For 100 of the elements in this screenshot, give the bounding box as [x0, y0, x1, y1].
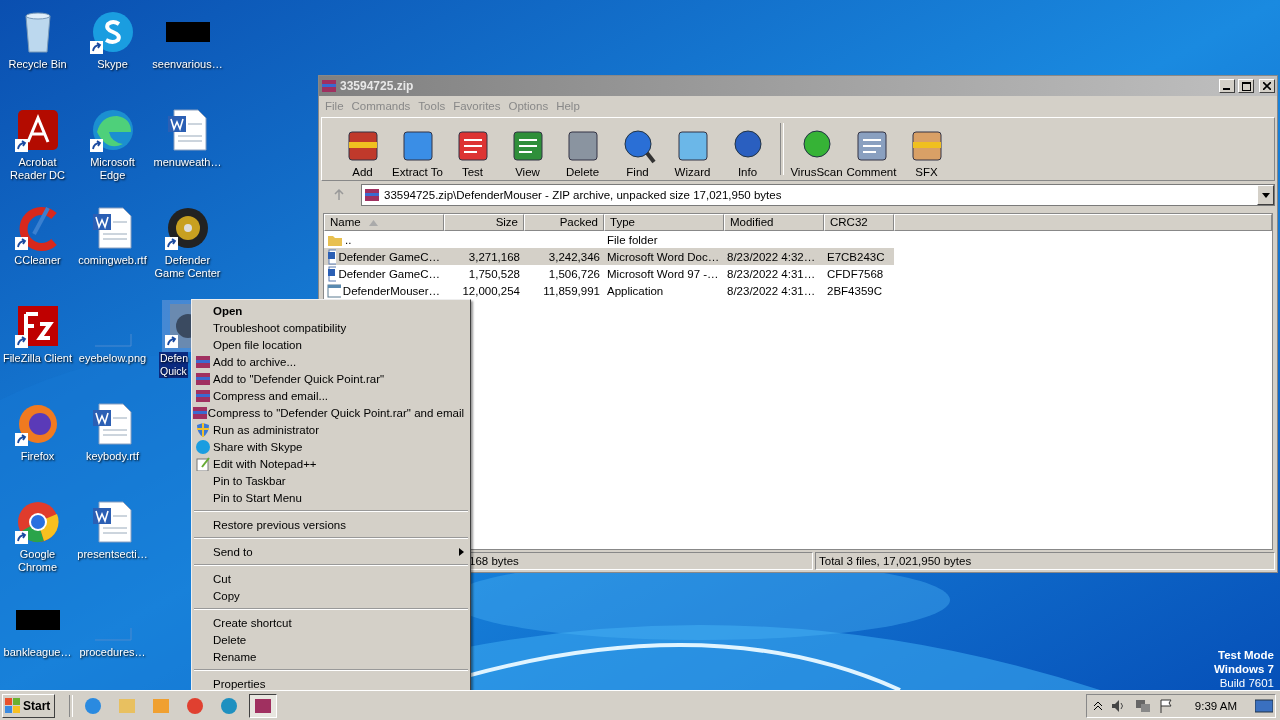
watermark-text: Windows 7 — [1214, 662, 1274, 676]
icon-label[interactable]: Defen Quick — [159, 352, 188, 378]
caret-icon — [1261, 192, 1270, 198]
network-icon[interactable] — [1134, 698, 1151, 713]
menu-item[interactable]: Compress and email... — [192, 387, 470, 404]
table-cell: Microsoft Word Doc… — [607, 250, 720, 263]
column-header[interactable]: Name — [324, 214, 444, 231]
archive-icon — [364, 187, 380, 203]
table-cell: 1,506,726 — [548, 267, 600, 280]
toolbar-button[interactable]: Add — [336, 128, 389, 178]
menu-item[interactable]: Open — [192, 302, 470, 319]
menu-item[interactable]: Run as administrator — [192, 421, 470, 438]
table-cell: 2BF4359C — [827, 284, 882, 297]
menu-item[interactable]: Add to "Defender Quick Point.rar" — [192, 370, 470, 387]
close-button[interactable] — [1259, 79, 1275, 93]
close-icon — [1263, 82, 1271, 90]
menu-item[interactable]: Troubleshoot compatibility — [192, 319, 470, 336]
file-row[interactable]: Defender GameC… 1,750,528 1,506,726 Microsoft Word 97 -… 8/23/2022 4:31… CFDF7568 — [324, 265, 894, 282]
toolbar-button[interactable]: Comment — [845, 128, 898, 178]
toolbar-button[interactable]: Wizard — [666, 128, 719, 178]
table-cell: 8/23/2022 4:31… — [727, 284, 816, 297]
icon-label[interactable]: Microsoft Edge — [75, 156, 150, 182]
taskbar-app[interactable] — [249, 693, 278, 718]
toolbar-button[interactable]: SFX — [900, 128, 953, 178]
icon-label[interactable]: Defender Game Center — [150, 254, 225, 280]
document-icon — [327, 265, 337, 282]
document-icon — [327, 248, 337, 265]
menu-item[interactable]: Pin to Start Menu — [192, 489, 470, 506]
maximize-icon — [1241, 81, 1251, 91]
flag-icon[interactable] — [1158, 698, 1173, 713]
menu-item[interactable]: Copy — [192, 587, 470, 604]
icon-label[interactable]: eyebelow.png — [77, 352, 148, 365]
menu-item[interactable]: Delete — [192, 631, 470, 648]
menu-item[interactable]: Pin to Taskbar — [192, 472, 470, 489]
notepad-icon — [195, 456, 210, 471]
file-row[interactable]: .. File folder — [324, 231, 894, 248]
icon-label[interactable]: menuweath… — [152, 156, 223, 169]
icon-label[interactable]: seenvarious… — [151, 58, 224, 71]
icon-label[interactable]: Acrobat Reader DC — [0, 156, 75, 182]
toolbar-button[interactable]: Find — [611, 128, 664, 178]
dropdown-button[interactable] — [1257, 185, 1274, 205]
column-header[interactable]: Modified — [724, 214, 824, 231]
folder-icon — [118, 696, 137, 715]
file-row[interactable]: DefenderMouser… 12,000,254 11,859,991 Application 8/23/2022 4:31… 2BF4359C — [324, 282, 894, 299]
toolbar-button[interactable]: Extract To — [391, 128, 444, 178]
clock[interactable]: 9:39 AM — [1194, 699, 1237, 712]
icon-label[interactable]: presentsecti… — [76, 548, 149, 561]
icon-label[interactable]: keybody.rtf — [85, 450, 140, 463]
toolbar-button[interactable]: VirusScan — [790, 128, 843, 178]
icon-label[interactable]: FileZilla Client — [1, 352, 74, 365]
maximize-button[interactable] — [1238, 79, 1254, 93]
shield-icon — [195, 422, 210, 437]
table-cell: Application — [607, 284, 664, 297]
table-cell: 11,859,991 — [543, 284, 600, 297]
file-row[interactable]: Defender GameC… 3,271,168 3,242,346 Microsoft Word Doc… 8/23/2022 4:32… E7CB243C — [324, 248, 894, 265]
icon-label[interactable]: CCleaner — [13, 254, 62, 267]
minimize-button[interactable] — [1219, 79, 1235, 93]
icon-label[interactable]: Firefox — [19, 450, 56, 463]
table-cell: 8/23/2022 4:31… — [727, 267, 816, 280]
icon-label[interactable]: procedures… — [78, 646, 147, 659]
icon-label[interactable]: Skype — [96, 58, 129, 71]
menu-item[interactable]: Properties — [192, 675, 470, 692]
menu-item[interactable]: Share with Skype — [192, 438, 470, 455]
icon-label[interactable]: Recycle Bin — [7, 58, 68, 71]
chat-icon — [195, 439, 210, 454]
toolbar-button[interactable]: Info — [721, 128, 774, 178]
toolbar-button[interactable]: View — [501, 128, 554, 178]
toolbar-button[interactable]: Delete — [556, 128, 609, 178]
archive-icon — [192, 405, 207, 420]
address-field[interactable]: 33594725.zip\DefenderMouser - ZIP archive, unpacked size 17,021,950 bytes — [361, 184, 1275, 206]
icon-label[interactable]: comingweb.rtf — [77, 254, 148, 267]
menu-item[interactable]: Rename — [192, 648, 470, 665]
table-cell: 8/23/2022 4:32… — [727, 250, 816, 263]
window-title: 33594725.zip — [340, 79, 414, 93]
chevron-icon[interactable] — [1092, 700, 1103, 711]
menu-item[interactable]: Cut — [192, 570, 470, 587]
column-header[interactable]: Type — [604, 214, 724, 231]
menu-item[interactable]: Open file location — [192, 336, 470, 353]
archive-icon — [195, 354, 210, 369]
table-cell: CFDF7568 — [827, 267, 884, 280]
menu-item[interactable]: Create shortcut — [192, 614, 470, 631]
archive-icon — [195, 371, 210, 386]
column-header[interactable]: Size — [444, 214, 524, 231]
icon-label[interactable]: bankleague… — [2, 646, 73, 659]
column-header[interactable]: Packed — [524, 214, 604, 231]
media-player-icon — [152, 696, 171, 715]
column-header[interactable]: CRC32 — [824, 214, 894, 231]
start-button[interactable]: Start — [2, 693, 56, 718]
table-cell: DefenderMouser… — [342, 284, 440, 297]
show-desktop-icon[interactable] — [1255, 698, 1273, 713]
browser-icon — [220, 696, 239, 715]
archive-icon — [254, 696, 273, 715]
browser-icon — [84, 696, 103, 715]
menu-item[interactable]: Compress to "Defender Quick Point.rar" and email — [192, 404, 470, 421]
menu-item[interactable]: Edit with Notepad++ — [192, 455, 470, 472]
menu-item[interactable]: Add to archive... — [192, 353, 470, 370]
menu-item[interactable]: Restore previous versions — [192, 516, 470, 533]
icon-label[interactable]: Google Chrome — [0, 548, 75, 574]
toolbar-button[interactable]: Test — [446, 128, 499, 178]
table-cell: Defender GameC… — [338, 250, 440, 263]
